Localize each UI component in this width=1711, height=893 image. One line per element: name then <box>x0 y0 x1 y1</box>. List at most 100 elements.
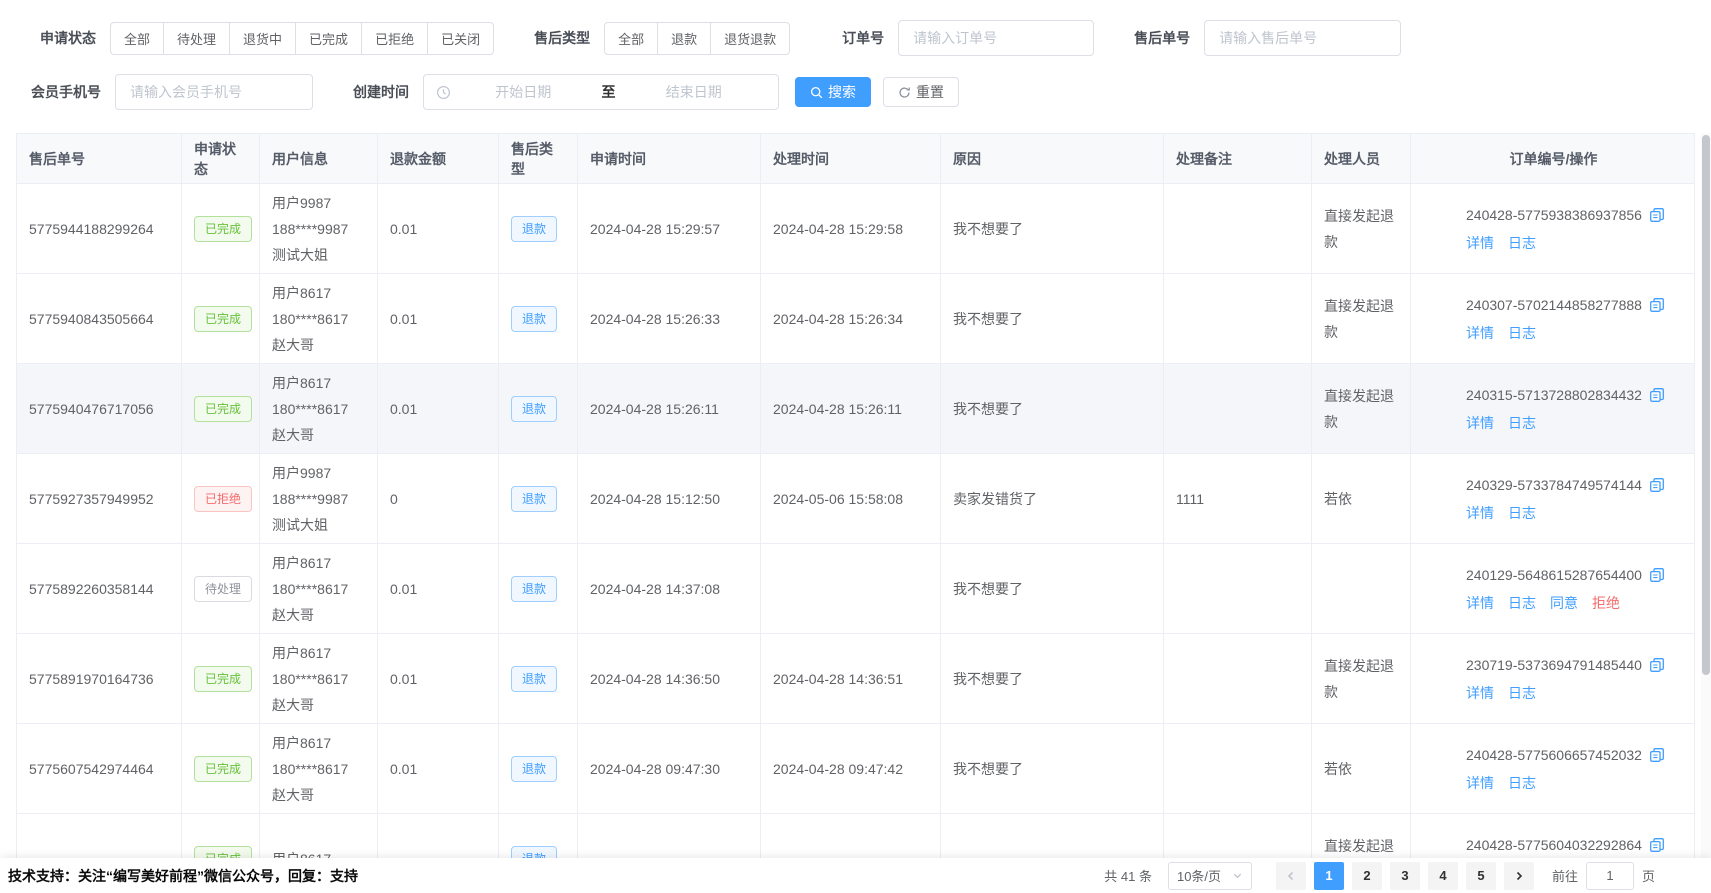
detail-link[interactable]: 详情 <box>1466 680 1494 706</box>
start-date-input[interactable] <box>451 83 596 101</box>
copy-icon[interactable] <box>1649 747 1665 763</box>
detail-link[interactable]: 详情 <box>1466 770 1494 796</box>
approve-link[interactable]: 同意 <box>1550 590 1578 616</box>
cell-handle-remark <box>1164 544 1312 633</box>
table-row: 5775940843505664已完成用户8617180****8617赵大哥0… <box>17 273 1694 363</box>
cell-handle-time: 2024-04-28 15:26:34 <box>761 274 941 363</box>
detail-link[interactable]: 详情 <box>1466 320 1494 346</box>
goto-label: 前往 <box>1552 866 1578 885</box>
cell-handler: 直接发起退款 <box>1312 364 1411 453</box>
copy-icon[interactable] <box>1649 567 1665 583</box>
detail-link[interactable]: 详情 <box>1466 230 1494 256</box>
page-button-2[interactable]: 2 <box>1352 862 1382 890</box>
order-number-line: 240307-5702144858277888 <box>1466 292 1665 318</box>
log-link[interactable]: 日志 <box>1508 320 1536 346</box>
log-link[interactable]: 日志 <box>1508 680 1536 706</box>
cell-user-info: 用户8617180****8617赵大哥 <box>260 724 378 813</box>
copy-icon[interactable] <box>1649 387 1665 403</box>
table-row: 5775892260358144待处理用户8617180****8617赵大哥0… <box>17 543 1694 633</box>
copy-icon[interactable] <box>1649 837 1665 853</box>
type-filter-option-0[interactable]: 全部 <box>604 22 658 55</box>
copy-icon[interactable] <box>1649 477 1665 493</box>
copy-icon[interactable] <box>1649 297 1665 313</box>
order-no-label: 订单号 <box>842 28 884 48</box>
cell-handler: 若依 <box>1312 724 1411 813</box>
type-filter-option-1[interactable]: 退款 <box>657 22 711 55</box>
pagination-total: 共 41 条 <box>1104 866 1152 885</box>
order-number: 240329-5733784749574144 <box>1466 472 1642 498</box>
order-no-input[interactable] <box>898 20 1094 56</box>
cell-service-no: 5775927357949952 <box>17 454 182 543</box>
page-button-3[interactable]: 3 <box>1390 862 1420 890</box>
order-number-line: 240428-5775606657452032 <box>1466 742 1665 768</box>
user-info-line: 188****9987 <box>272 216 348 242</box>
status-filter-option-3[interactable]: 已完成 <box>295 22 362 55</box>
user-info-line: 180****8617 <box>272 396 348 422</box>
chevron-right-icon <box>1513 870 1525 882</box>
order-number-line: 240428-5775604032292864 <box>1466 832 1665 858</box>
handler-value: 直接发起退款 <box>1324 833 1398 861</box>
goto-unit-label: 页 <box>1642 866 1655 885</box>
detail-link[interactable]: 详情 <box>1466 410 1494 436</box>
reset-button[interactable]: 重置 <box>883 77 959 107</box>
log-link[interactable]: 日志 <box>1508 500 1536 526</box>
detail-link[interactable]: 详情 <box>1466 590 1494 616</box>
service-no-input[interactable] <box>1204 20 1401 56</box>
status-filter-option-1[interactable]: 待处理 <box>163 22 230 55</box>
service-no-value: 5775940843505664 <box>29 306 154 332</box>
cell-service-no: 5775892260358144 <box>17 544 182 633</box>
log-link[interactable]: 日志 <box>1508 230 1536 256</box>
cell-service-type: 退款 <box>499 364 578 453</box>
status-filter-option-5[interactable]: 已关闭 <box>427 22 494 55</box>
table-row: 5775607542974464已完成用户8617180****8617赵大哥0… <box>17 723 1694 813</box>
log-link[interactable]: 日志 <box>1508 770 1536 796</box>
end-date-input[interactable] <box>622 83 767 101</box>
cell-service-no: 5775944188299264 <box>17 184 182 273</box>
reason-value: 我不想要了 <box>953 396 1023 422</box>
col-header-handler: 处理人员 <box>1312 134 1411 183</box>
detail-link[interactable]: 详情 <box>1466 500 1494 526</box>
page-button-5[interactable]: 5 <box>1466 862 1496 890</box>
service-type-badge: 退款 <box>511 666 557 692</box>
apply-time-value: 2024-04-28 15:29:57 <box>590 216 720 242</box>
user-info-line: 180****8617 <box>272 306 348 332</box>
member-phone-input[interactable] <box>115 74 313 110</box>
goto-page-input[interactable] <box>1586 862 1634 890</box>
apply-time-value: 2024-04-28 15:12:50 <box>590 486 720 512</box>
log-link[interactable]: 日志 <box>1508 590 1536 616</box>
user-info-line: 180****8617 <box>272 576 348 602</box>
cell-handler: 直接发起退款 <box>1312 634 1411 723</box>
page-button-1[interactable]: 1 <box>1314 862 1344 890</box>
type-filter-option-2[interactable]: 退货退款 <box>710 22 790 55</box>
date-separator: 至 <box>596 82 622 102</box>
reject-link[interactable]: 拒绝 <box>1592 590 1620 616</box>
page-size-value: 10条/页 <box>1177 866 1221 885</box>
col-header-order-and-actions: 订单编号/操作 <box>1411 134 1695 183</box>
cell-refund-amount: 0.01 <box>378 634 499 723</box>
copy-icon[interactable] <box>1649 207 1665 223</box>
page-size-select[interactable]: 10条/页 <box>1168 862 1252 890</box>
page-button-4[interactable]: 4 <box>1428 862 1458 890</box>
status-filter-option-0[interactable]: 全部 <box>110 22 164 55</box>
log-link[interactable]: 日志 <box>1508 410 1536 436</box>
user-info-line: 180****8617 <box>272 666 348 692</box>
search-icon <box>810 86 823 99</box>
filter-row-2: 会员手机号 创建时间 至 搜索 重置 <box>31 74 959 110</box>
cell-handler: 直接发起退款 <box>1312 274 1411 363</box>
status-filter-option-4[interactable]: 已拒绝 <box>361 22 428 55</box>
next-page-button[interactable] <box>1504 862 1534 890</box>
table-row: 5775944188299264已完成用户9987188****9987测试大姐… <box>17 183 1694 273</box>
copy-icon[interactable] <box>1649 657 1665 673</box>
cell-user-info: 用户8617180****8617赵大哥 <box>260 274 378 363</box>
date-range-picker[interactable]: 至 <box>423 74 779 110</box>
vertical-scrollbar-thumb[interactable] <box>1702 135 1710 675</box>
page-number-buttons: 12345 <box>1310 862 1500 890</box>
search-button[interactable]: 搜索 <box>795 77 871 107</box>
prev-page-button[interactable] <box>1276 862 1306 890</box>
cell-handle-time: 2024-04-28 14:36:51 <box>761 634 941 723</box>
status-filter-option-2[interactable]: 退货中 <box>229 22 296 55</box>
type-filter-group: 全部退款退货退款 <box>604 22 790 55</box>
row-actions: 详情日志 <box>1466 770 1536 796</box>
chevron-down-icon <box>1232 870 1243 881</box>
vertical-scrollbar-track[interactable] <box>1701 133 1711 858</box>
